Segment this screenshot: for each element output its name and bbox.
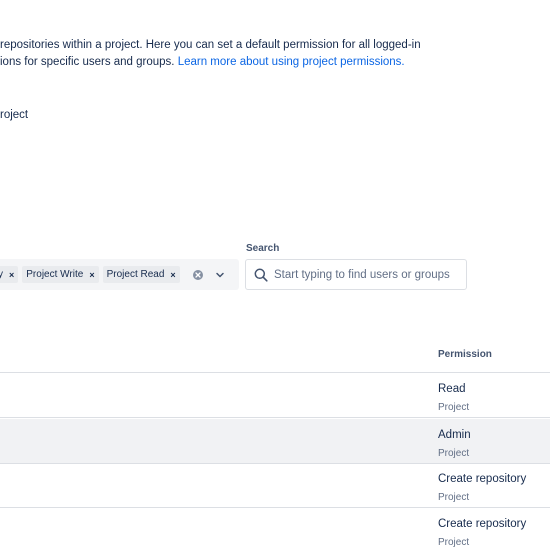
default-permission-label: roject [0,109,29,121]
permission-scope: Project [438,448,470,459]
permission-value[interactable]: Create repository [438,518,526,530]
table-row[interactable]: Create repository Project [0,508,550,550]
permission-scope: Project [438,402,470,413]
description-line-1: repositories within a project. Here you … [0,39,421,51]
clear-selection-icon[interactable] [192,269,204,281]
remove-tag-icon[interactable]: × [89,270,94,280]
table-row[interactable]: Read Project [0,373,550,418]
permission-scope: Project [438,537,470,548]
learn-more-link[interactable]: Learn more about using project permissio… [178,56,405,68]
search-input[interactable] [274,268,464,281]
filter-tag-label: y [0,269,3,280]
search-label: Search [246,243,280,254]
permission-value[interactable]: Create repository [438,473,526,485]
permission-filter-select[interactable]: y × Project Write × Project Read × [0,259,239,290]
search-icon [254,268,268,282]
chevron-down-icon[interactable] [215,270,225,280]
permission-scope: Project [438,492,470,503]
filter-tag-label: Project Write [26,269,84,280]
filter-tag: Project Read × [102,266,180,283]
description-line-2: ions for specific users and groups. Lear… [0,54,550,71]
permission-value[interactable]: Read [438,383,466,395]
remove-tag-icon[interactable]: × [170,270,175,280]
page-description: repositories within a project. Here you … [0,37,550,71]
remove-tag-icon[interactable]: × [9,270,14,280]
permission-column-header[interactable]: Permission [438,349,492,360]
filter-tag-label: Project Read [106,269,165,280]
permission-value[interactable]: Admin [438,429,471,441]
filter-tag: y × [0,266,19,283]
user-group-search-field[interactable] [245,259,467,290]
table-row[interactable]: Admin Project [0,419,550,464]
filter-tag: Project Write × [22,266,99,283]
description-line-2-text: ions for specific users and groups. [0,56,178,68]
table-row[interactable]: Create repository Project [0,463,550,508]
